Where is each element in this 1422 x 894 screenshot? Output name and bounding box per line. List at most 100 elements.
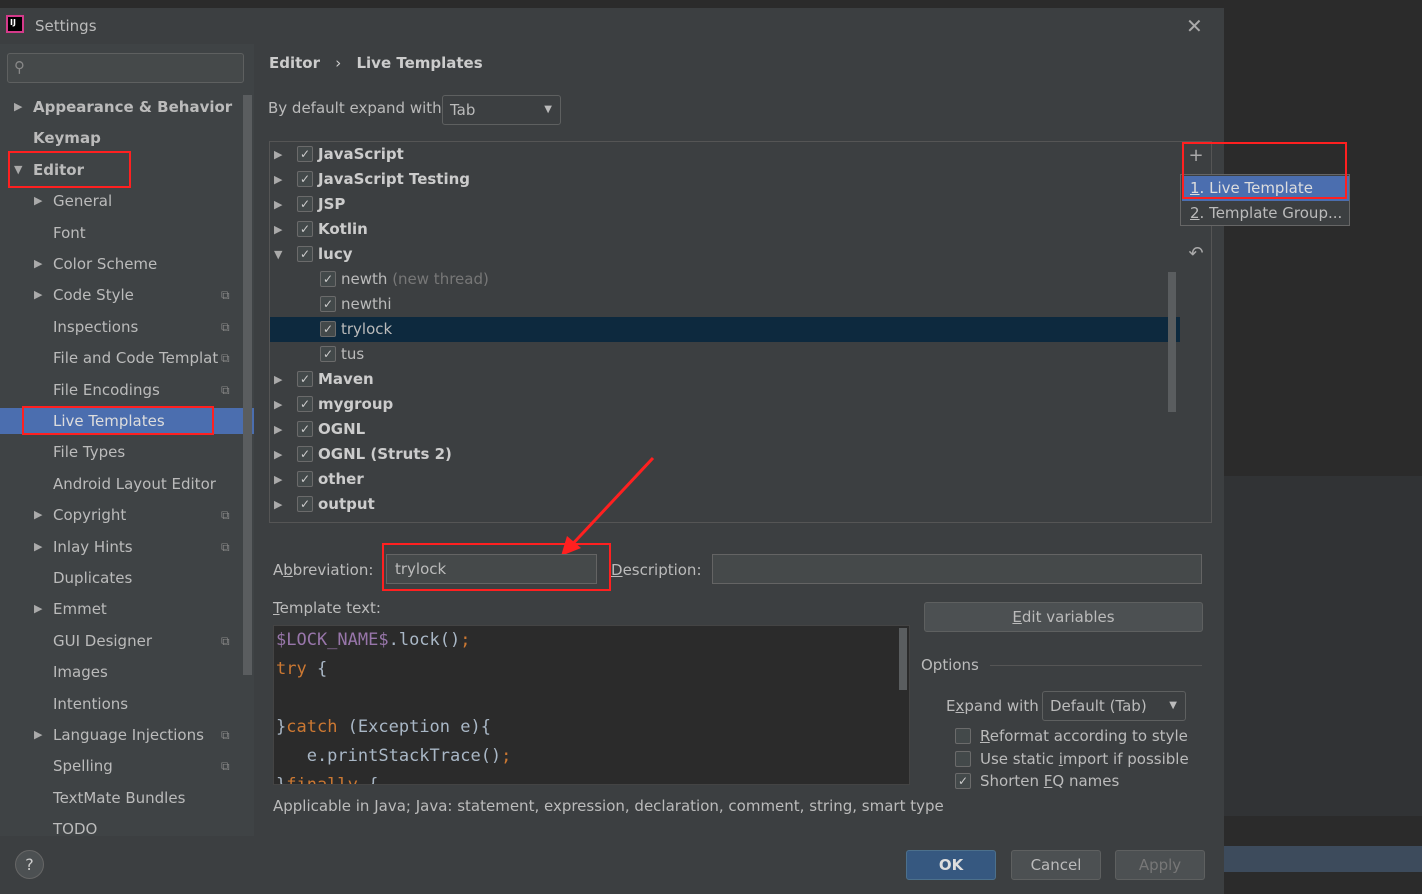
sidebar-item-font[interactable]: Font <box>0 220 244 246</box>
breadcrumb-parent[interactable]: Editor <box>269 54 320 72</box>
chevron-right-icon[interactable]: ▶ <box>274 417 282 442</box>
sidebar-item-general[interactable]: ▶ General <box>0 188 244 214</box>
checkbox[interactable]: ✓ <box>297 171 313 187</box>
description-input[interactable] <box>712 554 1202 584</box>
checkbox[interactable]: ✓ <box>297 446 313 462</box>
editor-scrollbar[interactable] <box>899 628 907 690</box>
sidebar-item-inlay-hints[interactable]: ▶ Inlay Hints ⧉ <box>0 534 244 560</box>
sidebar-item-file-types[interactable]: File Types <box>0 439 244 465</box>
template-group-row[interactable]: ▶ ✓ output <box>270 492 1180 517</box>
undo-icon[interactable]: ↶ <box>1186 243 1206 264</box>
apply-button[interactable]: Apply <box>1115 850 1205 880</box>
option-label[interactable]: Shorten FQ names <box>980 772 1119 790</box>
expand-with-select[interactable]: Tab ▼ <box>442 95 561 125</box>
sidebar-item-file-and-code-templat[interactable]: File and Code Templat ⧉ <box>0 345 244 371</box>
template-group-row[interactable]: ▼ ✓ lucy <box>270 242 1180 267</box>
template-group-row[interactable]: ▶ ✓ Kotlin <box>270 217 1180 242</box>
template-row[interactable]: ✓ trylock <box>270 317 1180 342</box>
sidebar-item-copyright[interactable]: ▶ Copyright ⧉ <box>0 502 244 528</box>
checkbox[interactable]: ✓ <box>297 396 313 412</box>
sidebar-item-code-style[interactable]: ▶ Code Style ⧉ <box>0 282 244 308</box>
template-group-row[interactable]: ▶ ✓ mygroup <box>270 392 1180 417</box>
checkbox[interactable]: ✓ <box>297 221 313 237</box>
chevron-right-icon[interactable]: ▶ <box>34 282 42 308</box>
template-group-row[interactable]: ▶ ✓ JavaScript <box>270 142 1180 167</box>
sidebar-item-gui-designer[interactable]: GUI Designer ⧉ <box>0 628 244 654</box>
tree-scrollbar[interactable] <box>1168 272 1176 412</box>
sidebar-item-keymap[interactable]: Keymap <box>0 125 244 151</box>
sidebar-item-inspections[interactable]: Inspections ⧉ <box>0 314 244 340</box>
sidebar-item-file-encodings[interactable]: File Encodings ⧉ <box>0 377 244 403</box>
sidebar-item-emmet[interactable]: ▶ Emmet <box>0 596 244 622</box>
checkbox[interactable]: ✓ <box>297 471 313 487</box>
chevron-right-icon[interactable]: ▶ <box>274 192 282 217</box>
checkbox[interactable]: ✓ <box>955 773 971 789</box>
checkbox[interactable]: ✓ <box>297 421 313 437</box>
chevron-right-icon[interactable]: ▶ <box>274 392 282 417</box>
menu-item-template-group[interactable]: 2. Template Group... <box>1182 201 1349 226</box>
chevron-right-icon[interactable]: ▶ <box>34 596 42 622</box>
checkbox[interactable]: ✓ <box>297 496 313 512</box>
chevron-right-icon[interactable]: ▶ <box>34 251 42 277</box>
chevron-right-icon[interactable]: ▶ <box>274 217 282 242</box>
checkbox[interactable]: ✓ <box>320 271 336 287</box>
chevron-right-icon[interactable]: ▶ <box>274 492 282 517</box>
sidebar-item-language-injections[interactable]: ▶ Language Injections ⧉ <box>0 722 244 748</box>
template-group-row[interactable]: ▶ ✓ OGNL <box>270 417 1180 442</box>
template-group-row[interactable]: ▶ ✓ other <box>270 467 1180 492</box>
ok-button[interactable]: OK <box>906 850 996 880</box>
template-row[interactable]: ✓ newth (new thread) <box>270 267 1180 292</box>
sidebar-item-spelling[interactable]: Spelling ⧉ <box>0 753 244 779</box>
sidebar-item-images[interactable]: Images <box>0 659 244 685</box>
template-group-row[interactable]: ▶ ✓ JavaScript Testing <box>270 167 1180 192</box>
row-label: output <box>318 492 375 517</box>
template-name: JSP <box>318 195 346 213</box>
sidebar-scrollbar[interactable] <box>243 95 252 675</box>
sidebar-item-android-layout-editor[interactable]: Android Layout Editor <box>0 471 244 497</box>
close-icon[interactable]: ✕ <box>1186 14 1203 38</box>
template-text-editor[interactable]: $LOCK_NAME$.lock(); try { }catch (Excepti… <box>273 625 910 785</box>
template-group-row[interactable]: ▶ ✓ JSP <box>270 192 1180 217</box>
option-expand-select[interactable]: Default (Tab) ▼ <box>1042 691 1186 721</box>
chevron-right-icon[interactable]: ▶ <box>34 188 42 214</box>
chevron-right-icon[interactable]: ▶ <box>34 502 42 528</box>
template-group-row[interactable]: ▶ ✓ Maven <box>270 367 1180 392</box>
option-label[interactable]: Use static import if possible <box>980 750 1189 768</box>
cancel-button[interactable]: Cancel <box>1011 850 1101 880</box>
code-token: (Exception e){ <box>337 717 491 737</box>
checkbox[interactable]: ✓ <box>297 371 313 387</box>
checkbox[interactable] <box>955 750 971 767</box>
chevron-right-icon[interactable]: ▶ <box>274 467 282 492</box>
template-row[interactable]: ✓ newthi <box>270 292 1180 317</box>
sidebar-item-intentions[interactable]: Intentions <box>0 691 244 717</box>
sidebar-item-duplicates[interactable]: Duplicates <box>0 565 244 591</box>
checkbox[interactable]: ✓ <box>320 296 336 312</box>
checkbox[interactable]: ✓ <box>297 146 313 162</box>
chevron-down-icon[interactable]: ▼ <box>274 242 282 267</box>
chevron-right-icon[interactable]: ▶ <box>274 442 282 467</box>
checkbox[interactable]: ✓ <box>320 321 336 337</box>
option-label[interactable]: Reformat according to style <box>980 727 1188 745</box>
chevron-right-icon[interactable]: ▶ <box>274 367 282 392</box>
sidebar-item-textmate-bundles[interactable]: TextMate Bundles <box>0 785 244 811</box>
search-input[interactable] <box>7 53 244 83</box>
checkbox[interactable]: ✓ <box>320 346 336 362</box>
sidebar-item-color-scheme[interactable]: ▶ Color Scheme <box>0 251 244 277</box>
sidebar-item-todo[interactable]: TODO <box>0 816 244 842</box>
sidebar-item-label: Copyright <box>53 506 127 525</box>
checkbox[interactable] <box>955 728 971 744</box>
checkbox[interactable]: ✓ <box>297 196 313 212</box>
chevron-right-icon[interactable]: ▶ <box>274 167 282 192</box>
help-button[interactable]: ? <box>15 850 44 879</box>
edit-variables-button[interactable]: Edit variables <box>924 602 1203 632</box>
chevron-right-icon[interactable]: ▶ <box>34 534 42 560</box>
chevron-right-icon[interactable]: ▶ <box>34 722 42 748</box>
chevron-right-icon[interactable]: ▶ <box>14 94 22 120</box>
applicable-contexts[interactable]: Applicable in Java; Java: statement, exp… <box>273 797 944 815</box>
template-row[interactable]: ✓ tus <box>270 342 1180 367</box>
template-group-row[interactable]: ▶ ✓ OGNL (Struts 2) <box>270 442 1180 467</box>
checkbox[interactable]: ✓ <box>297 246 313 262</box>
chevron-right-icon[interactable]: ▶ <box>274 142 282 167</box>
template-text-label: Template text: <box>273 599 381 617</box>
sidebar-item-appearance-behavior[interactable]: ▶ Appearance & Behavior <box>0 94 244 120</box>
